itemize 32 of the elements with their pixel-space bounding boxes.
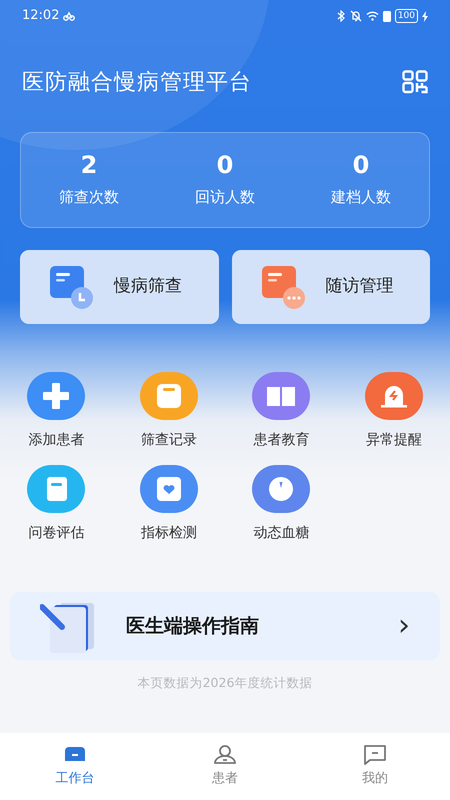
muted-bell-icon xyxy=(350,10,362,22)
app-title: 医防融合慢病管理平台 xyxy=(22,68,252,96)
message-icon xyxy=(362,743,388,765)
feature-button[interactable]: 筛查记录 xyxy=(112,372,225,451)
tab[interactable]: 我的 xyxy=(300,733,450,800)
status-time: 12:02 xyxy=(22,7,60,26)
charging-icon xyxy=(422,10,428,22)
stat-value: 0 xyxy=(352,151,370,180)
wifi-icon xyxy=(366,11,379,21)
sim-icon xyxy=(382,10,391,22)
feature-button[interactable]: 异常提醒 xyxy=(338,372,450,451)
battery-level: 100 xyxy=(394,9,418,23)
stat-label: 筛查次数 xyxy=(58,187,120,208)
footnote-text: 本页数据为2026年度统计数据 xyxy=(136,674,314,692)
feature-button[interactable]: 患者教育 xyxy=(225,372,338,451)
tab[interactable]: 工作台 xyxy=(0,733,150,800)
stat-value: 0 xyxy=(216,151,234,180)
bike-icon xyxy=(63,11,76,21)
follow-up-button[interactable]: 随访管理 xyxy=(232,250,430,324)
stat-label: 建档人数 xyxy=(330,187,392,208)
operation-guide-banner[interactable]: 医生端操作指南 › xyxy=(10,592,440,660)
tab[interactable]: 患者 xyxy=(150,733,300,800)
qr-code-icon[interactable] xyxy=(402,70,428,94)
screening-button[interactable]: 慢病筛查 xyxy=(20,250,218,324)
feature-button[interactable]: 问卷评估 xyxy=(0,465,112,544)
feature-button[interactable]: 指标检测 xyxy=(112,465,225,544)
feature-button[interactable]: 动态血糖 xyxy=(225,465,338,544)
stat-label: 回访人数 xyxy=(194,187,256,208)
bluetooth-icon xyxy=(336,10,346,22)
stat-value: 2 xyxy=(80,151,98,180)
feature-button[interactable]: 添加患者 xyxy=(0,372,112,451)
person-icon xyxy=(212,743,238,765)
